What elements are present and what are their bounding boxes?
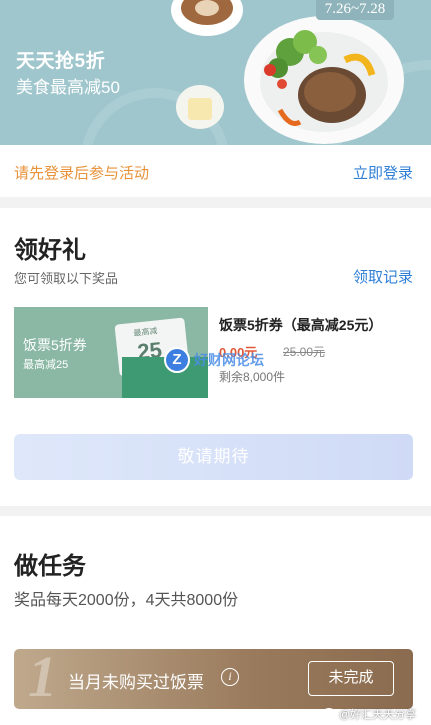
- butter-dish-icon: [176, 85, 224, 129]
- z-logo-icon: Z: [164, 347, 190, 373]
- forum-watermark: Z 好财网论坛: [164, 347, 264, 373]
- coupon-original-price: 25.00元: [283, 345, 326, 359]
- steak-plate-icon: [244, 16, 404, 144]
- coupon-image-subtitle: 最高减25: [23, 359, 69, 371]
- task-name: 当月未购买过饭票: [68, 673, 204, 692]
- task-status-button[interactable]: 未完成: [308, 661, 394, 696]
- weibo-watermark-text: @好汇天天分享: [339, 709, 417, 721]
- gifts-description: 您可领取以下奖品: [14, 271, 119, 286]
- date-range-badge: 7.26~7.28: [316, 0, 394, 20]
- login-hint: 请先登录后参与活动: [14, 165, 150, 182]
- coupon-image-title: 饭票5折券: [23, 337, 87, 353]
- task-card[interactable]: 1 当月未购买过饭票 i 未完成: [14, 649, 413, 709]
- login-link[interactable]: 立即登录: [353, 162, 413, 183]
- tasks-heading: 做任务: [14, 553, 86, 580]
- task-number: 1: [28, 649, 57, 709]
- coupon-name: 饭票5折券（最高减25元）: [219, 317, 383, 333]
- weibo-watermark: @好汇天天分享: [322, 706, 416, 722]
- weibo-icon: [322, 708, 336, 720]
- records-link[interactable]: 领取记录: [353, 266, 413, 287]
- info-icon[interactable]: i: [221, 668, 239, 686]
- watermark-text: 好财网论坛: [194, 352, 264, 368]
- banner-title: 天天抢5折: [16, 51, 106, 72]
- gifts-heading: 领好礼: [14, 237, 86, 264]
- gifts-section: 领好礼 您可领取以下奖品 领取记录 最高减 25 饭票5折券 最高减25 饭票5…: [0, 208, 431, 506]
- await-button[interactable]: 敬请期待: [14, 434, 413, 480]
- activity-page: 7.26~7.28 天天抢5折 美食最高减50 请先登录后参与活动 立即登录 领…: [0, 0, 431, 725]
- banner-subtitle: 美食最高减50: [16, 78, 120, 97]
- tasks-description: 奖品每天2000份，4天共8000份: [14, 592, 239, 609]
- promo-banner[interactable]: 7.26~7.28 天天抢5折 美食最高减50: [0, 0, 431, 145]
- tasks-section: 做任务 奖品每天2000份，4天共8000份 1 当月未购买过饭票 i 未完成: [0, 516, 431, 725]
- login-bar: 请先登录后参与活动 立即登录: [0, 145, 431, 197]
- coffee-cup-icon: [171, 0, 243, 36]
